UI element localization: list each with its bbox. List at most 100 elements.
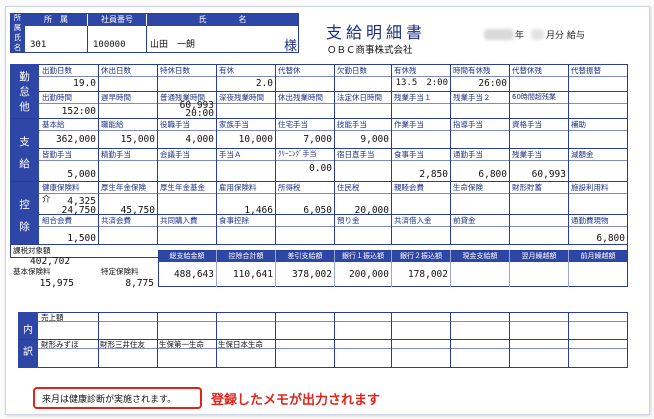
ded-label-7: 親睦会費 <box>394 183 424 192</box>
att-label-4: 有休 <box>219 66 234 75</box>
pay-label-5: 住宅手当 <box>278 120 308 129</box>
pay2-value-overtime: 60,993 <box>531 169 566 180</box>
att2-label-8: 残業手当２ <box>453 93 491 102</box>
att2-label-6: 法定休日時間 <box>337 93 382 102</box>
net-pay-header: 差引支給額 <box>287 252 323 260</box>
att-label-2: 休出日数 <box>101 66 131 75</box>
month-blurred <box>531 29 544 40</box>
pay-label-7: 作業手当 <box>394 120 424 129</box>
ded-value-resident-tax: 20,000 <box>354 205 389 216</box>
ded2-label-8: 前貸金 <box>453 216 476 225</box>
std-ins-label: 基本保険料 <box>13 267 51 276</box>
att2-label-1: 出勤時間 <box>42 93 72 102</box>
pay2-label-6: 宿日直手当 <box>337 150 375 159</box>
pay2-label-10: 減額金 <box>571 150 594 159</box>
att2-label-7: 残業手当１ <box>394 93 432 102</box>
ded-label-1: 健康保険料 <box>42 183 80 192</box>
document-title: 支給明細書 <box>326 23 427 42</box>
ded2-value-union: 1,500 <box>67 233 96 244</box>
ded-label-5: 所得税 <box>278 183 301 192</box>
pay2-label-8: 通勤手当 <box>453 150 483 159</box>
empno-value: 100000 <box>93 40 126 50</box>
att-value-hourly-remain: 26:00 <box>478 78 507 89</box>
att-label-6: 欠勤日数 <box>337 66 367 75</box>
month-suffix: 月分 給与 <box>546 31 585 41</box>
total-gross-value: 488,643 <box>173 269 214 280</box>
ded2-label-3: 共同購入費 <box>160 216 198 225</box>
ded2-label-2: 共済会費 <box>101 216 131 225</box>
att-label-10: 代替振替 <box>571 66 601 75</box>
pay-value-housing: 7,000 <box>303 134 332 145</box>
pay-label-4: 家族手当 <box>219 120 249 129</box>
honorific: 様 <box>284 39 298 54</box>
pay2-label-2: 精勤手当 <box>101 150 131 159</box>
ded-label-9: 財形貯蓄 <box>512 183 542 192</box>
att-label-7: 有休残 <box>394 66 417 75</box>
detail-label-nippon: 生保日本生命 <box>218 340 263 349</box>
att-label-5: 代替休 <box>278 66 301 75</box>
cash-header: 現金支給額 <box>462 252 498 260</box>
detail-label-mizuho: 財形みずほ <box>41 340 79 349</box>
ded2-label-4: 食事控除 <box>219 216 249 225</box>
att2-value-worktime: 152:00 <box>61 106 96 117</box>
att-label-1: 出勤日数 <box>42 66 72 75</box>
memo-text: 来月は健康診断が実施されます。 <box>42 395 177 405</box>
bank2-value: 178,002 <box>407 269 448 280</box>
ded-label-6: 住民税 <box>337 183 360 192</box>
detail-label-sales: 売上額 <box>41 313 64 322</box>
ded-label-10: 施設利用料 <box>571 183 609 192</box>
special-ins-label: 特定保険料 <box>101 267 139 276</box>
att-label-8: 時間有休残 <box>453 66 491 75</box>
att-value-paidleave: 2.0 <box>255 78 273 89</box>
year-suffix: 年 <box>515 31 525 41</box>
ded-value-health: 24,750 <box>61 205 96 216</box>
bank1-value: 200,000 <box>348 269 389 280</box>
detail-label-daiichi: 生保第一生命 <box>159 340 204 349</box>
att-value-paidleave-remain: 13.5 2:00 <box>395 78 448 88</box>
dept-value: 301 <box>30 40 47 50</box>
att-value-workdays: 19.0 <box>73 78 96 89</box>
total-gross-header: 総支給金額 <box>169 252 205 260</box>
att2-value-overtime: 20:00 <box>185 108 214 119</box>
pay-label-3: 役職手当 <box>160 120 190 129</box>
att2-label-5: 休出残業時間 <box>278 93 323 102</box>
pay-label-6: 技能手当 <box>337 120 367 129</box>
ded-label-2: 厚生年金保険 <box>101 183 146 192</box>
pay-value-family: 10,000 <box>238 134 273 145</box>
pay2-label-3: 会議手当 <box>160 150 190 159</box>
ded-value-income-tax: 6,050 <box>303 205 332 216</box>
pay2-label-1: 皆勤手当 <box>42 150 72 159</box>
taxable-value: 402,702 <box>30 256 71 267</box>
ded-label-4: 雇用保険料 <box>219 183 257 192</box>
ded-label-3: 厚生年金基金 <box>160 183 205 192</box>
att2-label-2: 遅早時間 <box>101 93 131 102</box>
section-attendance: 勤怠他 <box>10 64 39 118</box>
special-ins-value: 8,775 <box>125 278 154 289</box>
taxable-label: 課税対象額 <box>13 246 51 255</box>
pay2-label-7: 食事手当 <box>394 150 424 159</box>
ded2-label-7: 共済借入金 <box>394 216 432 225</box>
pay-value-technical: 9,000 <box>360 134 389 145</box>
pay2-value-attendance: 5,000 <box>67 169 96 180</box>
total-deduction-header: 控除合計額 <box>228 252 264 260</box>
carry-next-header: 翌月繰越額 <box>521 252 557 260</box>
pay-label-10: 補助 <box>571 120 586 129</box>
ded-label-8: 生命保険 <box>453 183 483 192</box>
ded2-value-commute-goods: 6,800 <box>596 233 625 244</box>
pay-label-2: 職能給 <box>101 120 124 129</box>
pay-value-skill: 15,000 <box>120 134 155 145</box>
pay2-label-9: 残業手当 <box>512 150 542 159</box>
att-label-9: 代替休残 <box>512 66 542 75</box>
pay2-value-commute: 6,800 <box>478 169 507 180</box>
pay-label-1: 基本給 <box>42 120 65 129</box>
memo-annotation: 登録したメモが出力されます <box>211 393 381 408</box>
att2-label-4: 深夜残業時間 <box>219 93 264 102</box>
total-deduction-value: 110,641 <box>232 269 273 280</box>
bank1-header: 銀行１振込額 <box>342 252 384 260</box>
section-payment: 支給 <box>10 119 39 181</box>
pay2-value-meal: 2,850 <box>419 169 448 180</box>
ded-value-pension: 45,750 <box>120 205 155 216</box>
detail-label-smbc: 財形三井住友 <box>100 340 145 349</box>
pay-label-9: 資格手当 <box>512 120 542 129</box>
net-pay-value: 378,002 <box>291 269 332 280</box>
